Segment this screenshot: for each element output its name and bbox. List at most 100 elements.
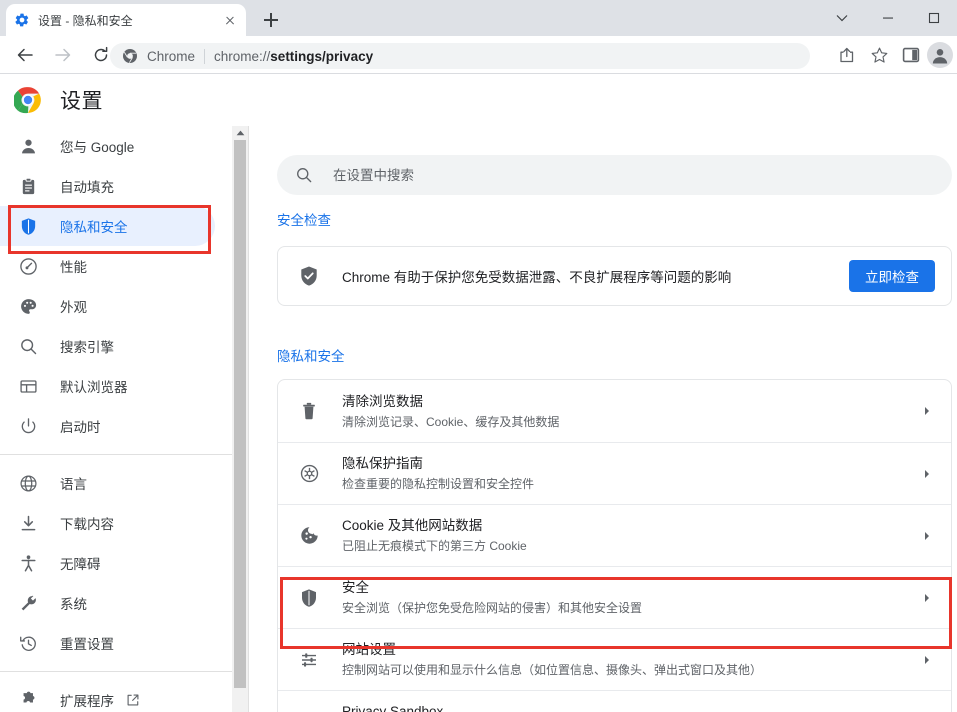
shield-icon (18, 216, 38, 236)
address-bar[interactable]: Chrome chrome://settings/privacy (110, 43, 810, 69)
sidebar-item-search-engine[interactable]: 搜索引擎 (0, 326, 232, 366)
tab-strip: 设置 - 隐私和安全 (0, 0, 957, 36)
sidebar-item-system[interactable]: 系统 (0, 583, 232, 623)
privacy-row-title: 清除浏览数据 (342, 394, 423, 409)
privacy-row-subtitle: 清除浏览记录、Cookie、缓存及其他数据 (342, 413, 911, 431)
sidebar-item-label: 您与 Google (60, 136, 134, 156)
new-tab-button[interactable] (258, 7, 284, 33)
forward-button[interactable] (46, 38, 80, 72)
privacy-row-title: Privacy Sandbox (342, 704, 443, 712)
chevron-down-icon[interactable] (819, 0, 865, 36)
privacy-settings-card: 清除浏览数据 清除浏览记录、Cookie、缓存及其他数据 (277, 379, 952, 712)
download-icon (18, 513, 38, 533)
sidebar-item-privacy-and-security[interactable]: 隐私和安全 (0, 206, 215, 246)
settings-header: 设置 (0, 74, 957, 126)
sidebar-item-label: 扩展程序 (60, 690, 114, 710)
external-link-icon (126, 693, 140, 707)
trash-icon (298, 400, 320, 422)
sidebar-item-label: 默认浏览器 (60, 376, 128, 396)
close-icon[interactable] (222, 12, 238, 28)
shield-icon (298, 587, 320, 609)
omnibox-scheme-label: Chrome (147, 49, 195, 64)
sidebar-item-autofill[interactable]: 自动填充 (0, 166, 232, 206)
privacy-row-title: 网站设置 (342, 642, 396, 657)
check-now-button[interactable]: 立即检查 (849, 260, 935, 292)
power-icon (18, 416, 38, 436)
history-restore-icon (18, 633, 38, 653)
omnibox-url-prefix: chrome:// (214, 49, 270, 64)
side-panel-icon[interactable] (895, 36, 927, 74)
sidebar-item-performance[interactable]: 性能 (0, 246, 232, 286)
sidebar-item-appearance[interactable]: 外观 (0, 286, 232, 326)
chevron-right-icon[interactable] (919, 466, 935, 482)
privacy-row-text: 网站设置 控制网站可以使用和显示什么信息（如位置信息、摄像头、弹出式窗口及其他） (342, 640, 911, 679)
sidebar-item-label: 搜索引擎 (60, 336, 114, 356)
privacy-row-subtitle: 控制网站可以使用和显示什么信息（如位置信息、摄像头、弹出式窗口及其他） (342, 661, 911, 679)
sidebar-item-label: 无障碍 (60, 553, 101, 573)
privacy-row-cookies[interactable]: Cookie 及其他网站数据 已阻止无痕模式下的第三方 Cookie (278, 504, 951, 566)
scroll-up-icon[interactable] (232, 126, 248, 140)
sidebar-item-label: 自动填充 (60, 176, 114, 196)
toolbar-actions (831, 36, 957, 74)
privacy-row-privacy-sandbox[interactable]: Privacy Sandbox 试用版功能已关闭 (278, 690, 951, 712)
browser-tab[interactable]: 设置 - 隐私和安全 (6, 4, 246, 36)
sidebar-item-extensions[interactable]: 扩展程序 (0, 680, 232, 712)
sidebar-item-default-browser[interactable]: 默认浏览器 (0, 366, 232, 406)
safety-check-card: Chrome 有助于保护您免受数据泄露、不良扩展程序等问题的影响 立即检查 (277, 246, 952, 306)
privacy-row-title: 隐私保护指南 (342, 456, 423, 471)
privacy-row-subtitle: 安全浏览（保护您免受危险网站的侵害）和其他安全设置 (342, 599, 911, 617)
page-title: 设置 (60, 85, 103, 115)
gauge-icon (18, 256, 38, 276)
sidebar-item-downloads[interactable]: 下载内容 (0, 503, 232, 543)
browser-window: 设置 - 隐私和安全 (0, 0, 957, 712)
palette-icon (18, 296, 38, 316)
sidebar-item-languages[interactable]: 语言 (0, 463, 232, 503)
safety-check-description: Chrome 有助于保护您免受数据泄露、不良扩展程序等问题的影响 (342, 266, 849, 286)
search-input[interactable] (331, 167, 934, 184)
privacy-guide-icon (298, 463, 320, 485)
browser-toolbar: Chrome chrome://settings/privacy (0, 36, 957, 74)
privacy-row-privacy-guide[interactable]: 隐私保护指南 检查重要的隐私控制设置和安全控件 (278, 442, 951, 504)
sidebar-item-label: 语言 (60, 473, 87, 493)
share-icon[interactable] (831, 36, 863, 74)
tune-sliders-icon (298, 649, 320, 671)
scrollbar-thumb[interactable] (234, 140, 246, 688)
chevron-right-icon[interactable] (919, 528, 935, 544)
accessibility-icon (18, 553, 38, 573)
chrome-logo-icon (122, 48, 138, 64)
settings-sidebar: 您与 Google 自动填充 隐私和安全 (0, 126, 232, 712)
chevron-right-icon[interactable] (919, 403, 935, 419)
profile-avatar[interactable] (927, 42, 953, 68)
omnibox-url: chrome://settings/privacy (214, 49, 373, 64)
clipboard-icon (18, 176, 38, 196)
settings-gear-icon (14, 12, 30, 28)
maximize-icon[interactable] (911, 0, 957, 36)
shield-check-icon (298, 265, 320, 287)
sidebar-item-you-and-google[interactable]: 您与 Google (0, 126, 232, 166)
window-controls (819, 0, 957, 36)
privacy-row-security[interactable]: 安全 安全浏览（保护您免受危险网站的侵害）和其他安全设置 (278, 566, 951, 628)
sidebar-item-on-startup[interactable]: 启动时 (0, 406, 232, 446)
sidebar-item-accessibility[interactable]: 无障碍 (0, 543, 232, 583)
chevron-right-icon[interactable] (919, 590, 935, 606)
privacy-row-site-settings[interactable]: 网站设置 控制网站可以使用和显示什么信息（如位置信息、摄像头、弹出式窗口及其他） (278, 628, 951, 690)
sidebar-scrollbar[interactable] (232, 126, 248, 712)
puzzle-icon (18, 690, 38, 710)
privacy-row-text: Privacy Sandbox 试用版功能已关闭 (342, 702, 910, 712)
privacy-row-subtitle: 已阻止无痕模式下的第三方 Cookie (342, 537, 911, 555)
privacy-row-text: 清除浏览数据 清除浏览记录、Cookie、缓存及其他数据 (342, 392, 911, 431)
search-box[interactable] (277, 155, 952, 195)
back-button[interactable] (8, 38, 42, 72)
sidebar-item-reset-settings[interactable]: 重置设置 (0, 623, 232, 663)
chevron-right-icon[interactable] (919, 652, 935, 668)
sidebar-item-label: 重置设置 (60, 633, 114, 653)
bookmark-star-icon[interactable] (863, 36, 895, 74)
section-title-safety-check: 安全检查 (277, 209, 331, 229)
wrench-icon (18, 593, 38, 613)
sidebar-item-label: 系统 (60, 593, 87, 613)
person-icon (18, 136, 38, 156)
search-icon (18, 336, 38, 356)
privacy-row-clear-browsing-data[interactable]: 清除浏览数据 清除浏览记录、Cookie、缓存及其他数据 (278, 380, 951, 442)
minimize-icon[interactable] (865, 0, 911, 36)
sidebar-divider (0, 454, 232, 455)
